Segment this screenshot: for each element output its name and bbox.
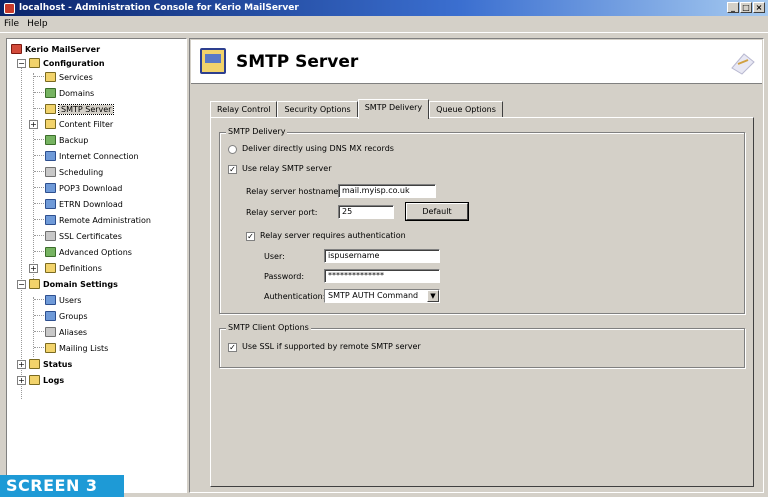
default-port-button[interactable]: Default (406, 203, 468, 220)
menu-bar: File Help (0, 16, 768, 33)
etrn-download-icon (45, 199, 56, 209)
menu-help[interactable]: Help (27, 19, 48, 29)
authentication-select-value: SMTP AUTH Command (328, 291, 419, 300)
user-label: User: (264, 252, 285, 261)
tab-queue-options[interactable]: Queue Options (429, 101, 503, 118)
tab-smtp-delivery[interactable]: SMTP Delivery (357, 99, 430, 119)
tab-security-options[interactable]: Security Options (277, 101, 358, 118)
expand-status-icon[interactable]: + (17, 360, 26, 369)
groups-icon (45, 311, 56, 321)
tab-bar: Relay Control Security Options SMTP Deli… (210, 99, 503, 119)
tree-item-mailing-lists[interactable]: Mailing Lists (45, 341, 108, 355)
relay-hostname-label: Relay server hostname: (246, 187, 342, 196)
smtp-delivery-group: SMTP Delivery Deliver directly using DNS… (219, 127, 745, 314)
tab-pane-smtp-delivery: SMTP Delivery Deliver directly using DNS… (210, 117, 754, 487)
panel-header: SMTP Server (191, 40, 762, 84)
internet-connection-icon (45, 151, 56, 161)
domain-settings-folder-icon (29, 279, 40, 289)
tree-item-configuration[interactable]: Configuration (29, 56, 105, 70)
status-folder-icon (29, 359, 40, 369)
main-panel: SMTP Server Relay Control Security Optio… (189, 38, 764, 493)
smtp-delivery-legend: SMTP Delivery (226, 127, 288, 136)
mailing-lists-icon (45, 343, 56, 353)
authentication-select[interactable]: SMTP AUTH Command ▼ (324, 289, 440, 303)
pop3-download-icon (45, 183, 56, 193)
tree-item-remote-administration[interactable]: Remote Administration (45, 213, 151, 227)
tree-item-domain-settings[interactable]: Domain Settings (29, 277, 118, 291)
backup-icon (45, 135, 56, 145)
authentication-label: Authentication: (264, 292, 326, 301)
maximize-button[interactable]: □ (740, 2, 752, 13)
smtp-server-header-icon (200, 48, 226, 74)
navigation-tree[interactable]: Kerio MailServer − Configuration Service… (6, 38, 187, 493)
tab-relay-control[interactable]: Relay Control (210, 101, 278, 118)
smtp-client-options-legend: SMTP Client Options (226, 323, 311, 332)
tree-item-backup[interactable]: Backup (45, 133, 88, 147)
use-relay-label: Use relay SMTP server (242, 164, 332, 173)
expand-definitions-icon[interactable]: + (29, 264, 38, 273)
relay-hostname-input[interactable]: mail.myisp.co.uk (338, 184, 436, 198)
menu-file[interactable]: File (4, 19, 19, 29)
window-title: localhost - Administration Console for K… (19, 3, 299, 13)
expand-logs-icon[interactable]: + (17, 376, 26, 385)
relay-port-label: Relay server port: (246, 208, 318, 217)
tree-item-users[interactable]: Users (45, 293, 81, 307)
tree-item-domains[interactable]: Domains (45, 86, 94, 100)
ssl-certificates-icon (45, 231, 56, 241)
tree-item-aliases[interactable]: Aliases (45, 325, 87, 339)
minimize-button[interactable]: _ (727, 2, 739, 13)
tree-item-pop3-download[interactable]: POP3 Download (45, 181, 122, 195)
requires-auth-label: Relay server requires authentication (260, 231, 406, 240)
screen-badge: SCREEN 3 (0, 475, 124, 497)
page-title: SMTP Server (236, 52, 359, 72)
password-label: Password: (264, 272, 305, 281)
use-ssl-checkbox[interactable]: ✓ (228, 343, 237, 352)
users-icon (45, 295, 56, 305)
domains-icon (45, 88, 56, 98)
services-icon (45, 72, 56, 82)
close-button[interactable]: × (753, 2, 765, 13)
deliver-directly-radio[interactable] (228, 145, 237, 154)
content-filter-icon (45, 119, 56, 129)
tree-item-content-filter[interactable]: Content Filter (45, 117, 113, 131)
remote-administration-icon (45, 215, 56, 225)
chevron-down-icon[interactable]: ▼ (427, 290, 439, 302)
tree-item-kerio-mailserver[interactable]: Kerio MailServer (11, 42, 100, 56)
relay-port-input[interactable]: 25 (338, 205, 394, 219)
smtp-server-icon (45, 104, 56, 114)
tree-item-advanced-options[interactable]: Advanced Options (45, 245, 132, 259)
tree-item-internet-connection[interactable]: Internet Connection (45, 149, 139, 163)
smtp-client-options-group: SMTP Client Options ✓ Use SSL if support… (219, 323, 745, 368)
tree-item-scheduling[interactable]: Scheduling (45, 165, 103, 179)
logs-folder-icon (29, 375, 40, 385)
password-input[interactable]: ************** (324, 269, 440, 283)
advanced-options-icon (45, 247, 56, 257)
decorative-corner-icon (731, 53, 755, 75)
collapse-configuration-icon[interactable]: − (17, 59, 26, 68)
definitions-icon (45, 263, 56, 273)
folder-icon (29, 58, 40, 68)
tree-item-etrn-download[interactable]: ETRN Download (45, 197, 123, 211)
server-icon (11, 44, 22, 54)
requires-auth-checkbox[interactable]: ✓ (246, 232, 255, 241)
user-input[interactable]: ispusername (324, 249, 440, 263)
title-bar: localhost - Administration Console for K… (0, 0, 768, 16)
use-ssl-label: Use SSL if supported by remote SMTP serv… (242, 342, 421, 351)
tree-item-smtp-server[interactable]: SMTP Server (45, 102, 115, 116)
tree-item-status[interactable]: Status (29, 357, 72, 371)
tree-item-groups[interactable]: Groups (45, 309, 88, 323)
app-icon (4, 2, 15, 14)
deliver-directly-label: Deliver directly using DNS MX records (242, 144, 394, 153)
tree-item-logs[interactable]: Logs (29, 373, 64, 387)
tree-item-services[interactable]: Services (45, 70, 93, 84)
collapse-domain-settings-icon[interactable]: − (17, 280, 26, 289)
expand-content-filter-icon[interactable]: + (29, 120, 38, 129)
tree-item-ssl-certificates[interactable]: SSL Certificates (45, 229, 122, 243)
use-relay-checkbox[interactable]: ✓ (228, 165, 237, 174)
scheduling-icon (45, 167, 56, 177)
aliases-icon (45, 327, 56, 337)
tree-item-definitions[interactable]: Definitions (45, 261, 102, 275)
